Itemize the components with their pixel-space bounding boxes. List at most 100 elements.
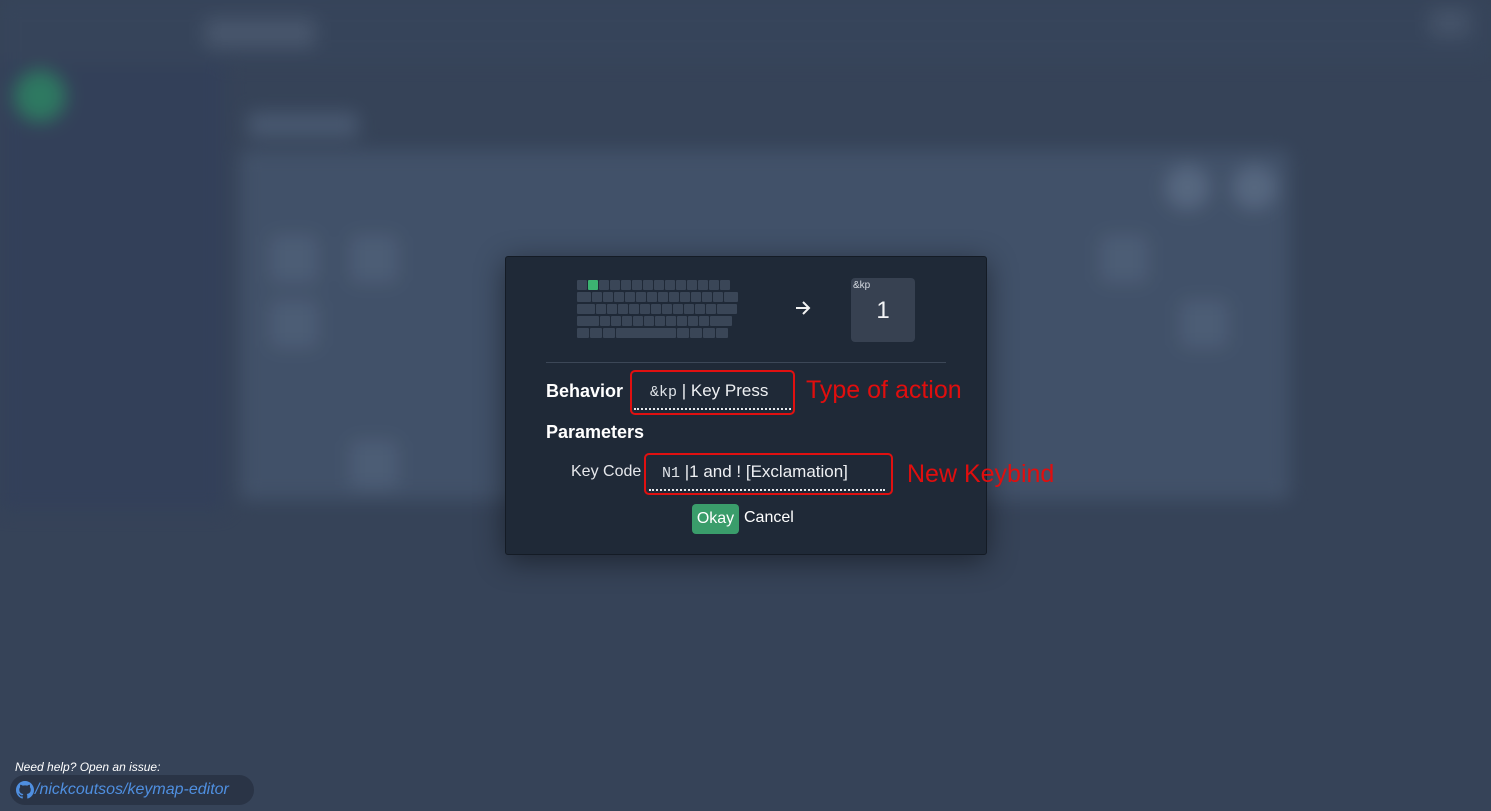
- keyboard-preview-key: [713, 292, 723, 302]
- keyboard-preview-key: [577, 292, 591, 302]
- keyboard-preview-key: [599, 280, 609, 290]
- keyboard-preview: [577, 280, 757, 340]
- background-sidebar: [0, 62, 225, 512]
- keyboard-preview-key: [610, 280, 620, 290]
- key-edit-modal: &kp 1 Behavior &kp | Key Press Parameter…: [505, 256, 1054, 555]
- behavior-label: Behavior: [546, 381, 624, 401]
- annotation-type-of-action: Type of action: [806, 376, 962, 404]
- keyboard-preview-key: [621, 280, 631, 290]
- annotation-new-keybind: New Keybind: [907, 460, 1055, 488]
- keyboard-preview-key: [676, 280, 686, 290]
- keyboard-preview-key-selected: [588, 280, 598, 290]
- keyboard-preview-key: [677, 316, 687, 326]
- parameters-heading: Parameters: [546, 422, 645, 442]
- keyboard-preview-key: [592, 292, 602, 302]
- keyboard-preview-key: [616, 328, 676, 338]
- keyboard-preview-key: [600, 316, 610, 326]
- repo-link[interactable]: /nickcoutsos/keymap-editor: [10, 775, 254, 805]
- keyboard-preview-key: [632, 280, 642, 290]
- behavior-code: &kp: [650, 384, 678, 401]
- keyboard-preview-key: [590, 328, 602, 338]
- keyboard-preview-key: [643, 280, 653, 290]
- keyboard-preview-key: [658, 292, 668, 302]
- behavior-select[interactable]: &kp | Key Press: [630, 370, 795, 415]
- key-code-select-value[interactable]: N1 |1 and ! [Exclamation]: [649, 461, 885, 491]
- keyboard-preview-key: [724, 292, 738, 302]
- keyboard-preview-row: [577, 316, 757, 326]
- keyboard-preview-key: [690, 328, 702, 338]
- keyboard-preview-key: [647, 292, 657, 302]
- background-logo: [14, 70, 66, 122]
- keyboard-preview-key: [699, 316, 709, 326]
- keyboard-preview-key: [720, 280, 730, 290]
- keyboard-preview-key: [654, 280, 664, 290]
- keyboard-preview-key: [618, 304, 628, 314]
- keyboard-preview-key: [644, 316, 654, 326]
- keyboard-preview-key: [706, 304, 716, 314]
- behavior-select-value[interactable]: &kp | Key Press: [634, 380, 791, 410]
- keyboard-preview-key: [577, 304, 595, 314]
- background-key: [1180, 300, 1228, 348]
- background-tab: [248, 112, 358, 138]
- keyboard-preview-row: [577, 304, 757, 314]
- keyboard-preview-key: [577, 280, 587, 290]
- keyboard-preview-key: [698, 280, 708, 290]
- key-preview-card: &kp 1: [851, 278, 915, 342]
- keyboard-preview-key: [596, 304, 606, 314]
- keyboard-preview-key: [640, 304, 650, 314]
- keyboard-preview-key: [717, 304, 737, 314]
- keyboard-preview-key: [666, 316, 676, 326]
- repo-link-text: /nickcoutsos/keymap-editor: [35, 781, 229, 798]
- arrow-right-icon: [794, 299, 812, 321]
- key-label: 1: [876, 297, 890, 324]
- key-code-select[interactable]: N1 |1 and ! [Exclamation]: [644, 453, 893, 495]
- keyboard-preview-key: [636, 292, 646, 302]
- keyboard-preview-key: [577, 328, 589, 338]
- key-code-description: |1 and ! [Exclamation]: [680, 462, 848, 481]
- key-code: N1: [662, 465, 681, 482]
- keyboard-preview-key: [691, 292, 701, 302]
- cancel-button[interactable]: Cancel: [744, 509, 794, 527]
- keyboard-preview-key: [603, 328, 615, 338]
- keyboard-preview-row: [577, 280, 757, 290]
- key-behavior-tag: &kp: [853, 280, 871, 291]
- keyboard-preview-key: [607, 304, 617, 314]
- keyboard-preview-key: [677, 328, 689, 338]
- keyboard-preview-key: [710, 316, 732, 326]
- keyboard-preview-key: [603, 292, 613, 302]
- background-button: [1165, 165, 1210, 210]
- background-header-item: [1430, 8, 1470, 38]
- keyboard-preview-key: [702, 292, 712, 302]
- divider: [546, 362, 946, 363]
- keyboard-preview-key: [629, 304, 639, 314]
- keyboard-preview-key: [709, 280, 719, 290]
- background-header-item: [205, 18, 315, 48]
- keyboard-preview-row: [577, 292, 757, 302]
- keyboard-preview-key: [680, 292, 690, 302]
- keyboard-preview-key: [662, 304, 672, 314]
- keyboard-preview-key: [669, 292, 679, 302]
- keyboard-preview-key: [695, 304, 705, 314]
- background-key: [270, 300, 318, 348]
- keyboard-preview-key: [665, 280, 675, 290]
- keyboard-preview-key: [651, 304, 661, 314]
- keyboard-preview-key: [622, 316, 632, 326]
- github-icon: [16, 781, 34, 804]
- keyboard-preview-key: [673, 304, 683, 314]
- help-text: Need help? Open an issue:: [15, 760, 161, 774]
- background-button: [1232, 165, 1277, 210]
- okay-button[interactable]: Okay: [692, 504, 739, 534]
- keyboard-preview-key: [625, 292, 635, 302]
- key-code-label: Key Code: [571, 463, 642, 480]
- keyboard-preview-key: [716, 328, 728, 338]
- background-key: [1100, 235, 1148, 283]
- background-key: [270, 235, 318, 283]
- keyboard-preview-key: [611, 316, 621, 326]
- keyboard-preview-key: [684, 304, 694, 314]
- keyboard-preview-key: [614, 292, 624, 302]
- background-key: [350, 235, 398, 283]
- background-key: [350, 440, 398, 488]
- behavior-description: | Key Press: [677, 381, 769, 400]
- keyboard-preview-row: [577, 328, 757, 338]
- keyboard-preview-key: [655, 316, 665, 326]
